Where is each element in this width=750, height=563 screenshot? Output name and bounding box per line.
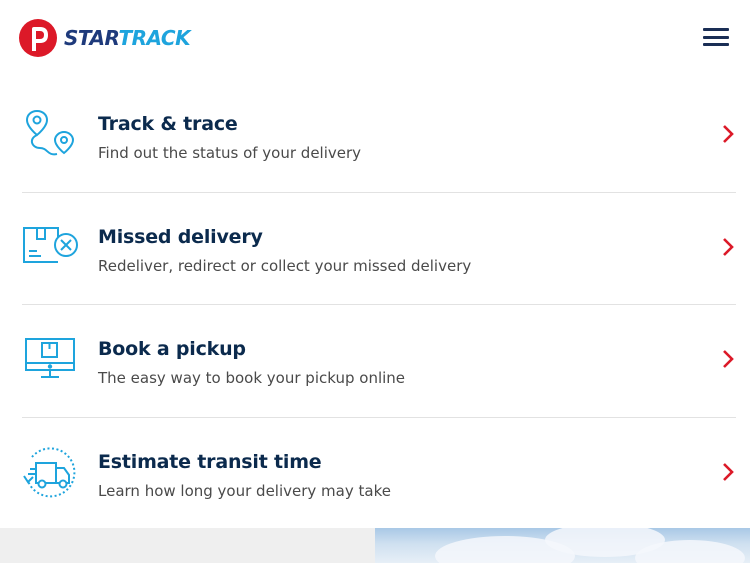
service-description: Redeliver, redirect or collect your miss… — [98, 256, 472, 275]
service-item-book-pickup[interactable]: Book a pickup The easy way to book your … — [22, 305, 736, 418]
hamburger-menu-icon[interactable] — [703, 28, 729, 50]
sky-hero-image — [375, 528, 750, 563]
service-title: Book a pickup — [98, 338, 246, 360]
service-list: Track & trace Find out the status of you… — [22, 80, 736, 530]
map-route-pin-icon — [25, 109, 75, 156]
logo-wordmark: STARTRACK — [64, 26, 191, 50]
service-title: Track & trace — [98, 113, 238, 135]
monitor-parcel-icon — [25, 338, 75, 378]
truck-cycle-icon — [23, 446, 76, 497]
chevron-right-icon — [723, 462, 734, 481]
service-item-estimate-transit[interactable]: Estimate transit time Learn how long you… — [22, 418, 736, 531]
chevron-right-icon — [723, 350, 734, 368]
logo-text-star: STAR — [64, 26, 119, 50]
site-header: STARTRACK — [0, 0, 750, 80]
logo-text-track: TRACK — [118, 26, 191, 50]
missed-parcel-icon — [23, 226, 78, 263]
service-title: Missed delivery — [98, 225, 263, 248]
service-description: Find out the status of your delivery — [98, 144, 362, 162]
chevron-right-icon — [723, 125, 734, 143]
service-description: Learn how long your delivery may take — [98, 481, 391, 500]
service-description: The easy way to book your pickup online — [98, 369, 406, 387]
footer-panel — [0, 528, 375, 563]
startrack-logo-icon — [19, 19, 57, 57]
service-item-missed-delivery[interactable]: Missed delivery Redeliver, redirect or c… — [22, 193, 736, 305]
service-title: Estimate transit time — [98, 450, 322, 473]
chevron-right-icon — [723, 237, 734, 256]
startrack-logo[interactable]: STARTRACK — [18, 18, 191, 58]
service-item-track-trace[interactable]: Track & trace Find out the status of you… — [22, 80, 736, 193]
